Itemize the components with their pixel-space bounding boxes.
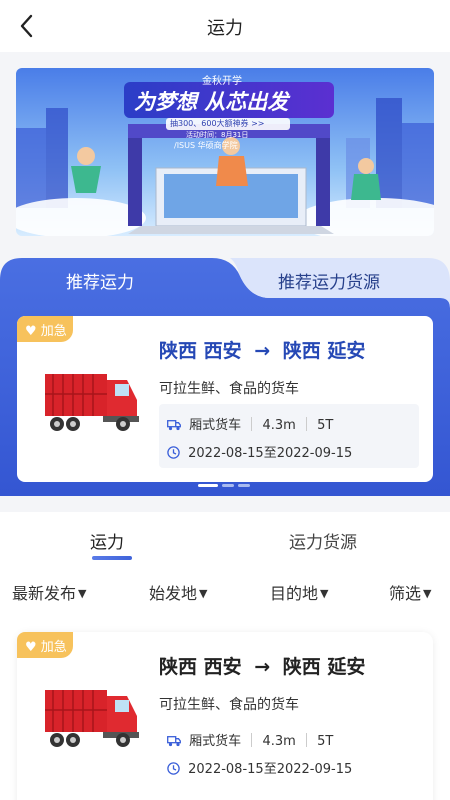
capacity-card[interactable]: ♥ 加急 陕西 西安 → 陕西 延安 可拉生鲜、食品的货车 厢式货车 4.3m … (17, 632, 433, 800)
truck-type: 厢式货车 (189, 734, 242, 749)
heart-icon: ♥ (25, 640, 37, 655)
filter-destination[interactable]: 目的地 ▼ (270, 580, 328, 604)
filter-label: 最新发布 (12, 584, 77, 603)
indicator-dot-active (198, 484, 218, 487)
page-title: 运力 (207, 18, 243, 39)
spec-row: 厢式货车 4.3m 5T (167, 730, 333, 749)
route-destination: 陕西 延安 (282, 656, 366, 678)
divider (305, 417, 307, 431)
tab-recommend-capacity[interactable]: 推荐运力 (66, 268, 134, 293)
truck-type: 厢式货车 (189, 418, 242, 433)
tab-capacity-cargo[interactable]: 运力货源 (289, 528, 357, 553)
urgent-badge: ♥ 加急 (17, 632, 73, 658)
filter-label: 始发地 (149, 584, 198, 603)
route: 陕西 西安 → 陕西 延安 (159, 336, 365, 363)
clock-icon (167, 446, 180, 459)
tab-recommend-capacity-cargo[interactable]: 推荐运力货源 (278, 268, 380, 293)
banner-top-tag: 金秋开学 (202, 76, 242, 87)
spec-box: 厢式货车 4.3m 5T 2022-08-15至2022-09-15 (159, 720, 419, 784)
caret-down-icon: ▼ (320, 587, 329, 600)
tab-capacity[interactable]: 运力 (90, 528, 124, 553)
tab-active-indicator (92, 556, 132, 560)
filter-latest[interactable]: 最新发布 ▼ (12, 580, 86, 604)
banner-headline: 为梦想 从芯出发 (134, 90, 289, 114)
truck-length: 4.3m (262, 418, 296, 433)
banner-subtitle: 抽300、600大额神券 >> (170, 119, 265, 128)
truck-small-icon (167, 420, 181, 431)
recommend-panel: 推荐运力 推荐运力货源 ♥ 加急 陕西 西安 → 陕西 延安 可拉生鲜、食品的货 (0, 258, 450, 496)
spec-box: 厢式货车 4.3m 5T 2022-08-15至2022-09-15 (159, 404, 419, 468)
route-arrow-icon: → (254, 340, 271, 362)
route: 陕西 西安 → 陕西 延安 (159, 652, 365, 679)
filter-label: 目的地 (270, 584, 319, 603)
cargo-description: 可拉生鲜、食品的货车 (159, 697, 299, 713)
filter-origin[interactable]: 始发地 ▼ (149, 580, 207, 604)
promo-banner[interactable]: 金秋开学 为梦想 从芯出发 抽300、600大额神券 >> 活动时间：8月31日… (16, 68, 434, 236)
spec-row: 厢式货车 4.3m 5T (167, 414, 333, 433)
truck-icon (45, 374, 139, 431)
divider (305, 733, 307, 747)
route-arrow-icon: → (254, 656, 271, 678)
divider (251, 417, 253, 431)
truck-weight: 5T (317, 418, 334, 433)
caret-down-icon: ▼ (199, 587, 208, 600)
heart-icon: ♥ (25, 324, 37, 339)
route-origin: 陕西 西安 (159, 340, 242, 362)
clock-icon (167, 762, 180, 775)
date-range: 2022-08-15至2022-09-15 (188, 762, 353, 777)
banner-date: 活动时间：8月31日 (186, 131, 249, 139)
filter-label: 筛选 (389, 584, 422, 603)
badge-label: 加急 (40, 640, 67, 655)
indicator-dot (238, 484, 250, 487)
nav-bar: 运力 (0, 0, 450, 52)
cargo-description: 可拉生鲜、食品的货车 (159, 381, 299, 397)
indicator-dot (222, 484, 234, 487)
truck-weight: 5T (317, 734, 334, 749)
route-origin: 陕西 西安 (159, 656, 242, 678)
divider (251, 733, 253, 747)
date-row: 2022-08-15至2022-09-15 (167, 758, 352, 777)
truck-icon (45, 690, 139, 747)
route-destination: 陕西 延安 (282, 340, 366, 362)
date-row: 2022-08-15至2022-09-15 (167, 442, 352, 461)
urgent-badge: ♥ 加急 (17, 316, 73, 342)
truck-length: 4.3m (262, 734, 296, 749)
date-range: 2022-08-15至2022-09-15 (188, 446, 353, 461)
caret-down-icon: ▼ (78, 587, 87, 600)
badge-label: 加急 (40, 324, 67, 339)
banner-brand: /ISUS 华硕商学院 (174, 141, 238, 150)
recommend-card[interactable]: ♥ 加急 陕西 西安 → 陕西 延安 可拉生鲜、食品的货车 厢式货车 4.3m … (17, 316, 433, 482)
caret-down-icon: ▼ (423, 587, 432, 600)
truck-small-icon (167, 736, 181, 747)
filter-more[interactable]: 筛选 ▼ (389, 580, 431, 604)
